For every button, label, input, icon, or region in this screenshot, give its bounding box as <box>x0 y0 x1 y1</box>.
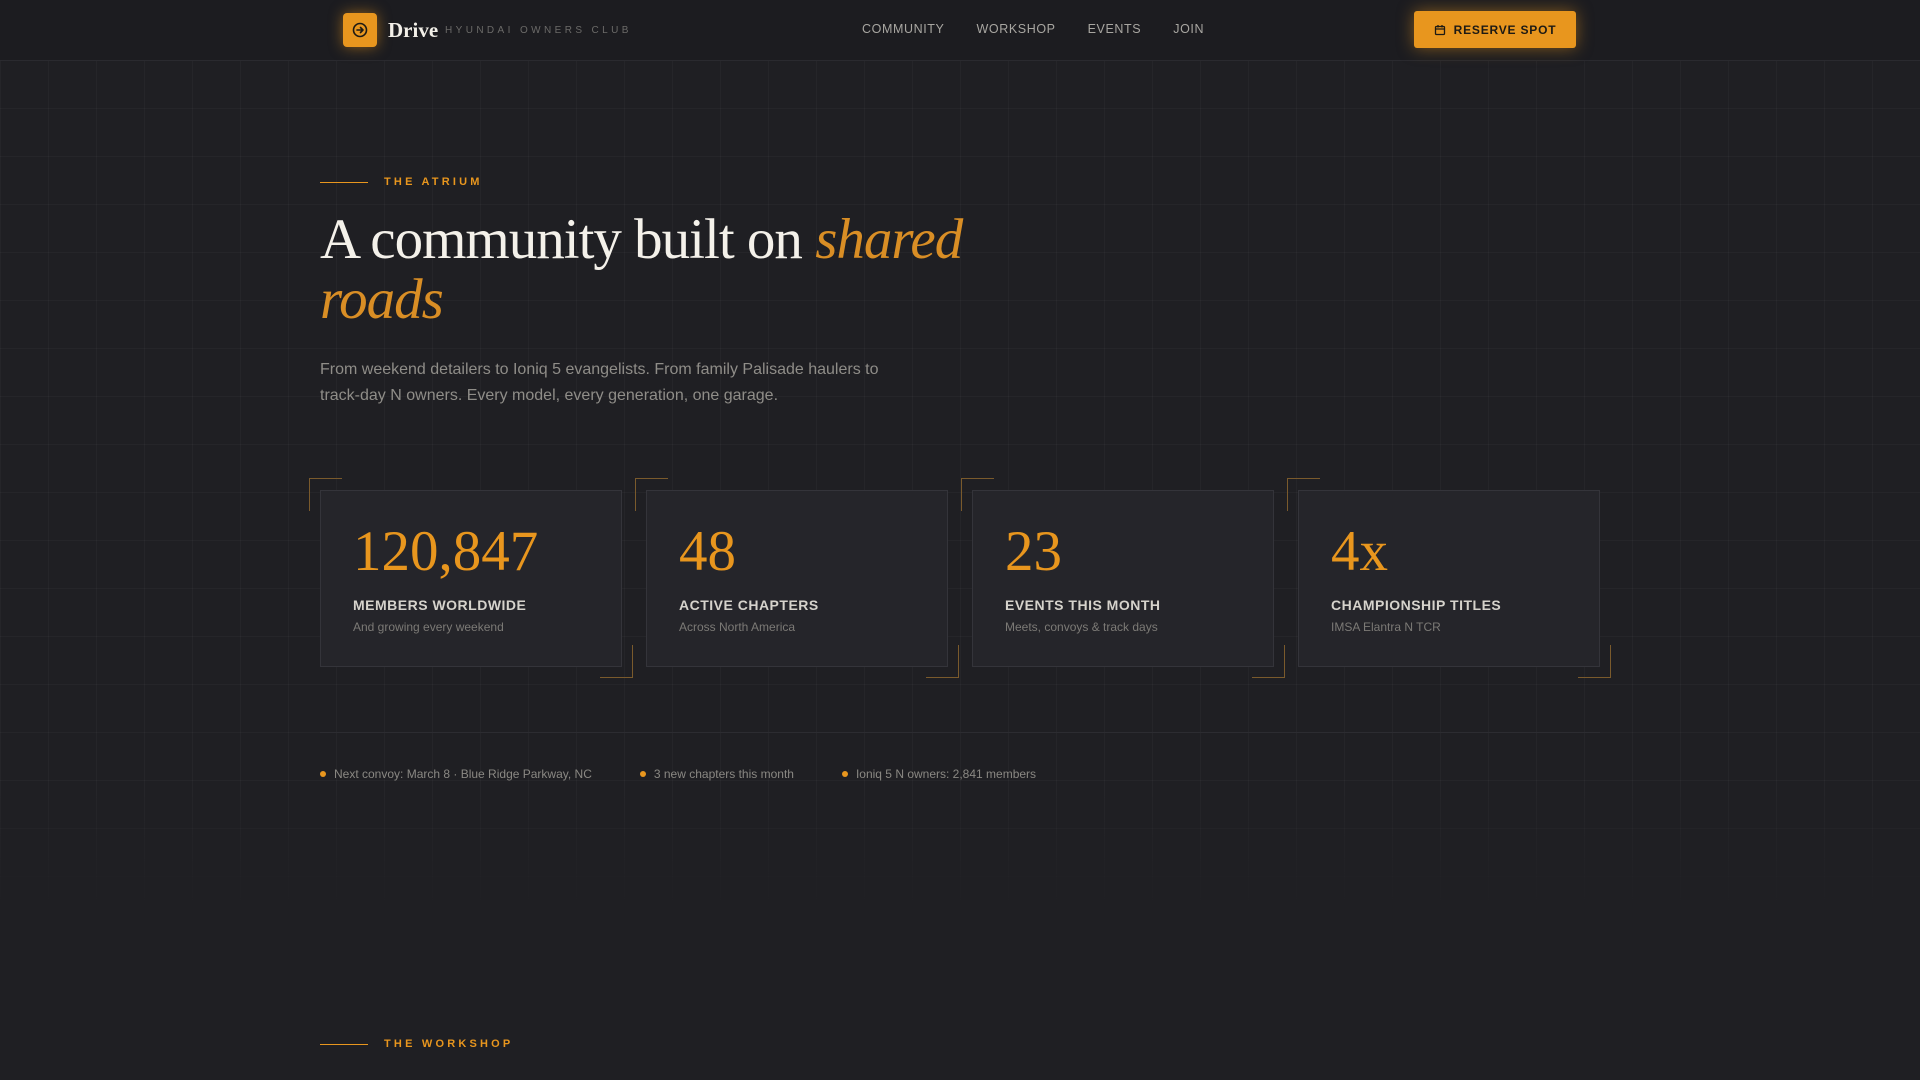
eyebrow-rule <box>320 181 368 183</box>
stat-value: 4x <box>1331 520 1388 583</box>
nav-workshop[interactable]: WORKSHOP <box>976 22 1055 36</box>
hero-subtitle: From weekend detailers to Ioniq 5 evange… <box>320 361 879 404</box>
hero-eyebrow: THE ATRIUM <box>320 176 483 188</box>
corner-bracket <box>961 478 994 511</box>
stat-value: 48 <box>679 520 736 583</box>
stat-card: 23 EVENTS THIS MONTH Meets, convoys & tr… <box>961 478 1285 678</box>
bullet-dot-icon <box>320 771 326 777</box>
section-divider <box>320 732 1600 733</box>
stat-label: ACTIVE CHAPTERS <box>679 597 819 613</box>
arrow-circle-right-icon <box>352 22 368 38</box>
corner-bracket <box>1578 645 1611 678</box>
stat-caption: Meets, convoys & track days <box>1005 620 1158 634</box>
corner-bracket <box>635 478 668 511</box>
stat-label: MEMBERS WORLDWIDE <box>353 597 527 613</box>
stat-value: 120,847 <box>353 520 539 583</box>
stats-row: 120,847 MEMBERS WORLDWIDE And growing ev… <box>309 478 1611 678</box>
nav-join[interactable]: JOIN <box>1173 22 1204 36</box>
calendar-icon <box>1434 24 1445 35</box>
logo-mark[interactable] <box>343 13 377 47</box>
corner-bracket <box>1287 478 1320 511</box>
workshop-eyebrow: THE WORKSHOP <box>320 1038 513 1050</box>
stat-caption: And growing every weekend <box>353 620 504 634</box>
news-ticker: Next convoy: March 8 · Blue Ridge Parkwa… <box>320 767 1036 781</box>
section-fade <box>0 790 1920 1080</box>
ticker-text: Next convoy: March 8 · Blue Ridge Parkwa… <box>334 767 592 781</box>
bullet-dot-icon <box>841 771 848 777</box>
reserve-spot-label: RESERVE SPOT <box>1453 22 1557 37</box>
nav-community[interactable]: COMMUNITY <box>862 22 944 36</box>
hero-eyebrow-text: THE ATRIUM <box>384 176 483 188</box>
brand-name[interactable]: Drive <box>388 18 438 42</box>
hero-title-plain: A community built on <box>320 208 816 271</box>
reserve-spot-button[interactable]: RESERVE SPOT <box>1414 11 1576 48</box>
hero-title: A community built on shared roads <box>320 210 1080 330</box>
stat-value: 23 <box>1005 520 1062 583</box>
stat-caption: IMSA Elantra N TCR <box>1331 620 1441 634</box>
ticker-text: Ioniq 5 N owners: 2,841 members <box>855 767 1037 781</box>
main-nav: COMMUNITY WORKSHOP EVENTS JOIN <box>862 22 1236 36</box>
ticker-text: 3 new chapters this month <box>653 767 794 781</box>
ticker-item[interactable]: Ioniq 5 N owners: 2,841 members <box>841 767 1037 781</box>
eyebrow-rule <box>320 1043 368 1045</box>
bullet-dot-icon <box>639 771 646 777</box>
corner-bracket <box>1252 645 1285 678</box>
corner-bracket <box>600 645 633 678</box>
site-header: Drive HYUNDAI OWNERS CLUB COMMUNITY WORK… <box>0 0 1920 61</box>
brand-tagline: HYUNDAI OWNERS CLUB <box>445 25 632 36</box>
stat-card: 4x CHAMPIONSHIP TITLES IMSA Elantra N TC… <box>1287 478 1611 678</box>
stat-caption: Across North America <box>679 620 796 634</box>
stat-label: EVENTS THIS MONTH <box>1005 597 1161 613</box>
stat-label: CHAMPIONSHIP TITLES <box>1331 597 1502 613</box>
ticker-item[interactable]: Next convoy: March 8 · Blue Ridge Parkwa… <box>320 767 592 781</box>
workshop-eyebrow-text: THE WORKSHOP <box>384 1038 514 1050</box>
corner-bracket <box>309 478 342 511</box>
ticker-item[interactable]: 3 new chapters this month <box>639 767 794 781</box>
stat-card: 120,847 MEMBERS WORLDWIDE And growing ev… <box>309 478 633 678</box>
page: Drive HYUNDAI OWNERS CLUB COMMUNITY WORK… <box>0 0 1920 1080</box>
stat-card: 48 ACTIVE CHAPTERS Across North America <box>635 478 959 678</box>
corner-bracket <box>926 645 959 678</box>
nav-events[interactable]: EVENTS <box>1088 22 1142 36</box>
